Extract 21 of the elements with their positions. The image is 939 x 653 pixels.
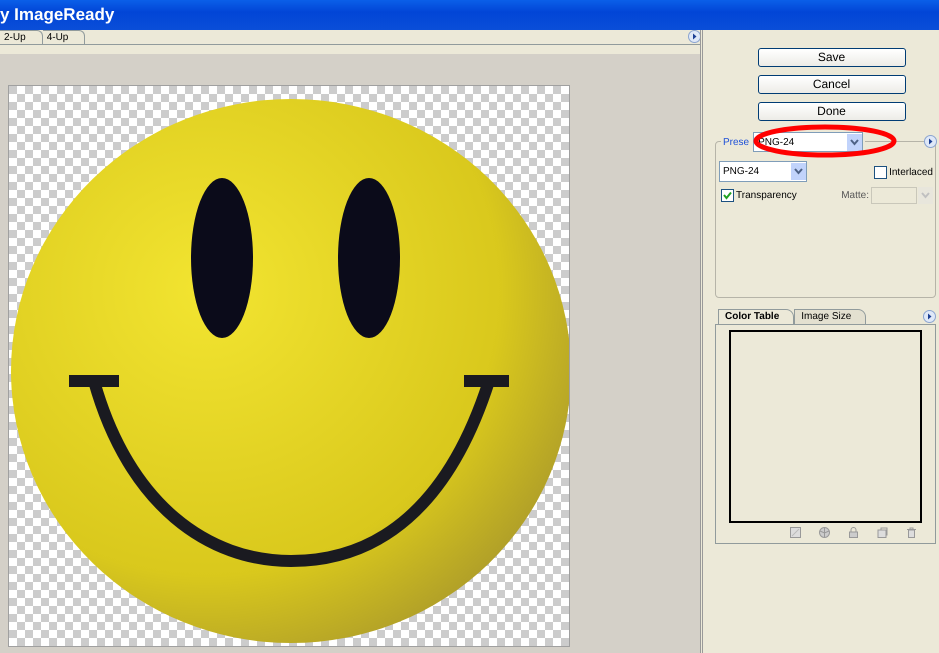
flyout-menu-icon[interactable]: [923, 310, 936, 323]
flyout-menu-icon[interactable]: [688, 30, 701, 43]
dialog-button[interactable]: Save: [758, 48, 906, 67]
window-title: y ImageReady: [0, 4, 114, 26]
trash-icon[interactable]: [906, 527, 917, 538]
checkbox[interactable]: [721, 189, 734, 202]
dialog-button[interactable]: Cancel: [758, 75, 906, 94]
panel-tab[interactable]: Color Table: [718, 309, 794, 324]
format-dropdown[interactable]: PNG-24: [719, 161, 807, 182]
dialog-button[interactable]: Done: [758, 102, 906, 121]
flyout-menu-icon[interactable]: [924, 135, 937, 148]
view-tab[interactable]: 2-Up: [0, 30, 43, 44]
checkbox[interactable]: [874, 166, 888, 179]
new-page-icon[interactable]: [877, 527, 888, 538]
matte-label: Matte:: [841, 189, 869, 203]
interlaced-label: Interlaced: [889, 166, 933, 180]
view-tab[interactable]: 4-Up: [42, 30, 86, 44]
lock-icon[interactable]: [848, 527, 859, 538]
preset-label: Prese: [723, 136, 750, 150]
panel-tab[interactable]: Image Size: [794, 309, 866, 324]
transparency-label: Transparency: [736, 189, 797, 203]
